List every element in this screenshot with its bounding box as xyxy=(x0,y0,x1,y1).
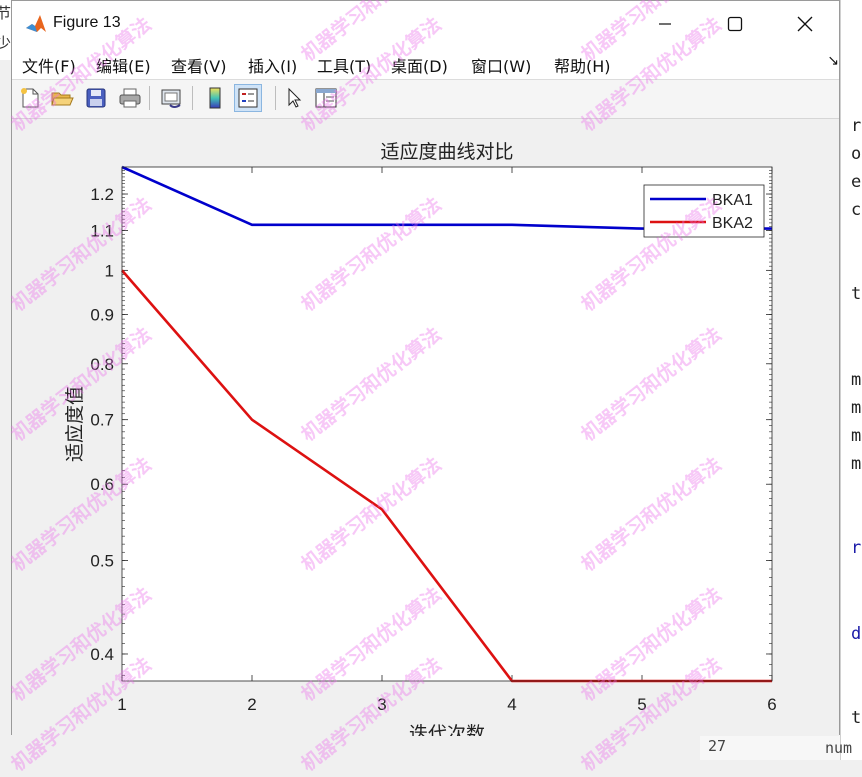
save-icon xyxy=(86,88,106,108)
print-button[interactable] xyxy=(116,84,144,112)
maximize-icon xyxy=(727,16,743,32)
y-tick-label: 1.2 xyxy=(90,185,114,204)
link-plot-button[interactable] xyxy=(158,84,186,112)
toolbar-separator xyxy=(275,86,276,110)
x-tick-label: 1 xyxy=(117,695,126,714)
open-file-icon xyxy=(51,92,74,106)
background-code-text: num xyxy=(825,739,853,757)
background-char: r xyxy=(851,538,862,558)
figure-toolbar xyxy=(12,80,839,119)
legend-button[interactable] xyxy=(234,84,262,112)
close-button[interactable] xyxy=(770,1,840,47)
legend-icon xyxy=(238,88,258,108)
menu-insert[interactable]: 插入(I) xyxy=(248,53,297,77)
menu-file[interactable]: 文件(F) xyxy=(22,53,76,77)
new-figure-icon xyxy=(21,88,39,108)
background-editor-edge: r o e c t m m m m r d t xyxy=(840,0,862,760)
matlab-logo-icon xyxy=(26,15,46,32)
close-icon xyxy=(797,16,813,32)
toolbar-separator xyxy=(149,86,150,110)
x-tick-label: 3 xyxy=(377,695,386,714)
menu-view[interactable]: 查看(V) xyxy=(171,53,226,77)
background-char: 少 xyxy=(0,34,12,52)
background-line-number: 27 xyxy=(708,737,727,755)
colorbar-button[interactable] xyxy=(201,84,229,112)
figure-canvas: 1 2 3 4 5 6 0.4 0.5 0.6 0.7 0.8 0.9 1 1.1 1.2 适应度曲线对比 … xyxy=(12,119,839,745)
toolbar-separator xyxy=(192,86,193,110)
open-file-button[interactable] xyxy=(48,84,76,112)
background-editor-bottom: 27 num xyxy=(700,735,852,760)
legend-label: BKA2 xyxy=(712,215,753,232)
menu-desktop[interactable]: 桌面(D) xyxy=(391,53,448,77)
pointer-icon xyxy=(288,87,302,108)
property-editor-icon xyxy=(315,88,337,108)
y-tick-label: 0.4 xyxy=(90,645,114,664)
chart-title: 适应度曲线对比 xyxy=(380,141,513,163)
menu-help[interactable]: 帮助(H) xyxy=(554,53,611,77)
y-tick-label: 0.9 xyxy=(90,305,114,324)
background-char: e xyxy=(851,172,862,192)
menu-tools[interactable]: 工具(T) xyxy=(317,53,371,77)
legend[interactable]: BKA1 BKA2 xyxy=(643,184,765,238)
link-plot-icon xyxy=(161,89,181,108)
window-title: Figure 13 xyxy=(53,14,121,31)
menu-overflow-icon[interactable]: ↘ xyxy=(827,53,839,69)
y-tick-label: 0.6 xyxy=(90,475,114,494)
y-axis-label: 适应度值 xyxy=(64,386,86,462)
background-char: m xyxy=(851,398,862,418)
y-tick-label: 0.5 xyxy=(90,552,114,571)
background-char: d xyxy=(851,624,862,644)
colorbar-icon xyxy=(209,87,221,109)
background-char: t xyxy=(851,708,862,728)
background-char: t xyxy=(851,284,862,304)
menu-bar: 文件(F) 编辑(E) 查看(V) 插入(I) 工具(T) 桌面(D) 窗口(W… xyxy=(12,47,839,80)
save-button[interactable] xyxy=(82,84,110,112)
background-char: m xyxy=(851,370,862,390)
minimize-button[interactable] xyxy=(630,1,700,47)
menu-edit[interactable]: 编辑(E) xyxy=(96,53,151,77)
title-bar[interactable]: Figure 13 xyxy=(12,1,839,47)
print-icon xyxy=(119,88,141,108)
maximize-button[interactable] xyxy=(700,1,770,47)
background-char: m xyxy=(851,454,862,474)
plot-area[interactable] xyxy=(122,167,772,681)
background-char: o xyxy=(851,144,862,164)
y-tick-label: 1 xyxy=(105,261,114,280)
background-char: c xyxy=(851,200,862,220)
background-char: m xyxy=(851,426,862,446)
y-tick-label: 1.1 xyxy=(90,221,114,240)
menu-window[interactable]: 窗口(W) xyxy=(471,53,531,77)
x-tick-label: 6 xyxy=(767,695,776,714)
x-axis-label: 迭代次数 xyxy=(409,723,485,736)
x-tick-label: 2 xyxy=(247,695,256,714)
figure-window: Figure 13 文件(F) 编辑(E) 查看(V) 插入(I) 工具(T) … xyxy=(11,0,840,745)
legend-label: BKA1 xyxy=(712,192,753,209)
background-char: r xyxy=(851,116,862,136)
chart-svg: 1 2 3 4 5 60.40.50.60.70.80.911.11.2 适应度曲线对比 … xyxy=(64,141,777,745)
y-tick-label: 0.8 xyxy=(90,355,114,374)
background-char: 节 xyxy=(0,4,12,22)
pointer-button[interactable] xyxy=(280,84,308,112)
property-editor-button[interactable] xyxy=(312,84,340,112)
y-tick-label: 0.7 xyxy=(90,411,114,430)
x-tick-label: 4 xyxy=(507,695,516,714)
new-figure-button[interactable] xyxy=(16,84,44,112)
minimize-icon xyxy=(659,23,671,25)
x-tick-label: 5 xyxy=(637,695,646,714)
